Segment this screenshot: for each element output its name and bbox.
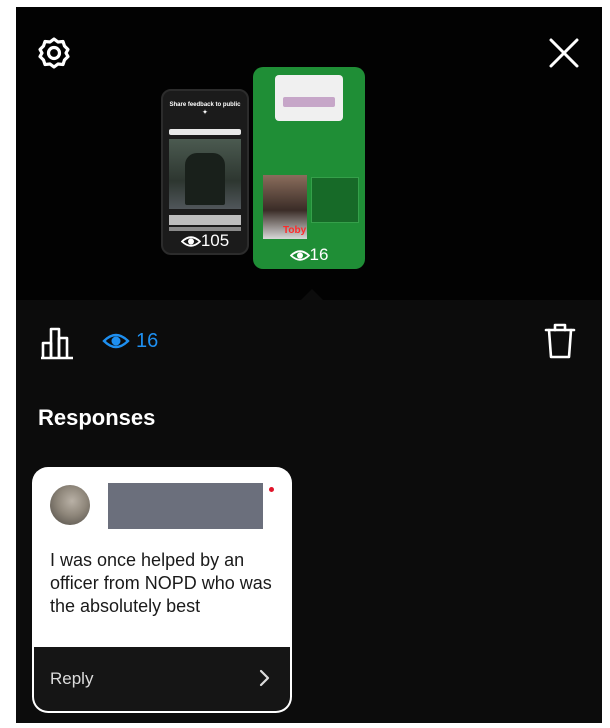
eye-icon [180, 236, 202, 247]
delete-button[interactable] [542, 321, 578, 361]
reply-label: Reply [50, 669, 94, 688]
story-thumbnail-people [185, 153, 225, 205]
response-message: I was once helped by an officer from NOP… [50, 550, 272, 616]
story-thumbnail-text-block [311, 177, 359, 223]
story-view-count-value: 16 [309, 245, 329, 264]
reply-button[interactable]: Reply [32, 645, 292, 713]
insights-icon [41, 327, 73, 360]
viewers-button[interactable]: 16 [102, 327, 158, 355]
eye-icon [102, 333, 130, 349]
close-button[interactable] [544, 33, 584, 73]
story-thumbnail-text-block [169, 215, 241, 225]
redacted-username [108, 483, 263, 529]
story-thumbnail-headline [259, 137, 359, 163]
insights-button[interactable] [38, 325, 76, 361]
story-thumbnail-question-sticker [275, 75, 343, 121]
story-thumbnail-search-bar [169, 129, 241, 135]
settings-button[interactable] [36, 35, 72, 71]
chevron-right-icon [259, 669, 270, 687]
story-thumbnail-sticker-input [283, 97, 335, 107]
trash-icon [544, 323, 576, 359]
story-view-count: 105 [163, 231, 247, 251]
responses-heading: Responses [38, 405, 156, 430]
story-thumbnail-highlight-text: Toby [283, 225, 307, 236]
avatar [50, 485, 90, 525]
eye-icon [289, 250, 310, 261]
response-card[interactable]: I was once helped by an officer from NOP… [32, 467, 292, 713]
story-tray: Share feedback to public ✦ 105 Toby 16 [16, 7, 602, 300]
story-thumbnail-selected[interactable]: Toby 16 [253, 67, 365, 269]
viewer-count: 16 [136, 329, 159, 352]
story-viewer-screen: Share feedback to public ✦ 105 Toby 16 1… [16, 7, 602, 723]
story-view-count-value: 105 [200, 231, 230, 250]
selected-story-pointer [301, 289, 323, 300]
story-thumbnail[interactable]: Share feedback to public ✦ 105 [161, 89, 249, 255]
settings-icon [38, 37, 70, 69]
unread-indicator [269, 487, 274, 492]
story-view-count: 16 [253, 245, 365, 265]
close-icon [549, 38, 579, 68]
story-thumbnail-title: Share feedback to public ✦ [169, 102, 241, 116]
